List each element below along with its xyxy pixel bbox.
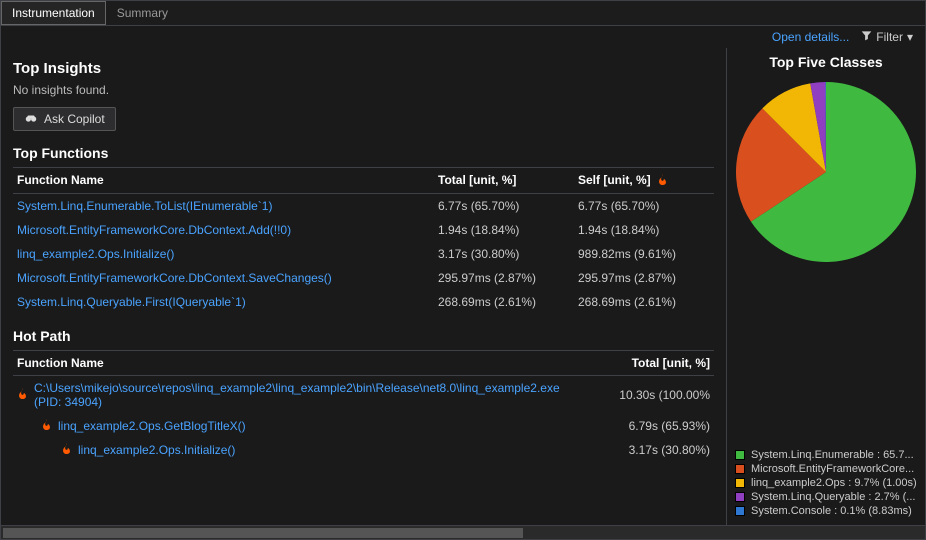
hot-path-cell: C:\Users\mikejo\source\repos\linq_exampl… [13, 375, 594, 414]
toolbar: Open details... Filter ▾ [1, 26, 925, 48]
legend-swatch [735, 450, 745, 460]
legend-item[interactable]: System.Console : 0.1% (8.83ms) [735, 505, 917, 517]
table-row[interactable]: Microsoft.EntityFrameworkCore.DbContext.… [13, 266, 714, 290]
legend-label: System.Linq.Enumerable : 65.7... [751, 449, 914, 461]
hot-path-title: Hot Path [13, 328, 714, 344]
chart-panel: Top Five Classes System.Linq.Enumerable … [727, 48, 925, 525]
hp-col-name[interactable]: Function Name [13, 350, 594, 375]
legend-label: System.Console : 0.1% (8.83ms) [751, 505, 912, 517]
table-row[interactable]: System.Linq.Queryable.First(IQueryable`1… [13, 290, 714, 314]
total-cell: 6.79s (65.93%) [594, 414, 714, 438]
open-details-link[interactable]: Open details... [772, 30, 849, 44]
ask-copilot-button[interactable]: Ask Copilot [13, 107, 116, 131]
chart-legend: System.Linq.Enumerable : 65.7... Microsof… [735, 447, 917, 519]
legend-label: linq_example2.Ops : 9.7% (1.00s) [751, 477, 917, 489]
legend-item[interactable]: Microsoft.EntityFrameworkCore... [735, 463, 917, 475]
legend-swatch [735, 492, 745, 502]
self-cell: 1.94s (18.84%) [574, 218, 714, 242]
self-cell: 6.77s (65.70%) [574, 193, 714, 218]
flame-icon [41, 419, 52, 433]
hp-col-total[interactable]: Total [unit, %] [594, 350, 714, 375]
col-self[interactable]: Self [unit, %] [574, 168, 714, 194]
hot-path-cell: linq_example2.Ops.Initialize() [13, 438, 594, 462]
total-cell: 10.30s (100.00% [594, 375, 714, 414]
insights-message: No insights found. [13, 83, 714, 97]
function-link[interactable]: System.Linq.Enumerable.ToList(IEnumerabl… [13, 193, 434, 218]
flame-icon [17, 388, 28, 402]
total-cell: 268.69ms (2.61%) [434, 290, 574, 314]
filter-icon [861, 30, 872, 44]
function-link[interactable]: Microsoft.EntityFrameworkCore.DbContext.… [13, 218, 434, 242]
copilot-icon [24, 112, 38, 126]
tab-summary[interactable]: Summary [106, 1, 179, 25]
flame-icon [657, 174, 668, 188]
legend-label: Microsoft.EntityFrameworkCore... [751, 463, 914, 475]
table-row[interactable]: System.Linq.Enumerable.ToList(IEnumerabl… [13, 193, 714, 218]
table-row[interactable]: linq_example2.Ops.Initialize()3.17s (30.… [13, 242, 714, 266]
self-cell: 295.97ms (2.87%) [574, 266, 714, 290]
chevron-down-icon: ▾ [907, 30, 913, 44]
col-function-name[interactable]: Function Name [13, 168, 434, 194]
legend-swatch [735, 464, 745, 474]
legend-label: System.Linq.Queryable : 2.7% (... [751, 491, 915, 503]
function-link[interactable]: linq_example2.Ops.Initialize() [78, 443, 235, 457]
tab-bar: Instrumentation Summary [1, 1, 925, 26]
total-cell: 3.17s (30.80%) [594, 438, 714, 462]
filter-dropdown[interactable]: Filter ▾ [861, 30, 913, 44]
top-insights-title: Top Insights [13, 60, 714, 77]
function-link[interactable]: Microsoft.EntityFrameworkCore.DbContext.… [13, 266, 434, 290]
top-functions-table: Function Name Total [unit, %] Self [unit… [13, 167, 714, 314]
self-cell: 268.69ms (2.61%) [574, 290, 714, 314]
function-link[interactable]: linq_example2.Ops.GetBlogTitleX() [58, 419, 246, 433]
chart-title: Top Five Classes [735, 54, 917, 70]
function-link[interactable]: System.Linq.Queryable.First(IQueryable`1… [13, 290, 434, 314]
ask-copilot-label: Ask Copilot [44, 112, 105, 126]
legend-item[interactable]: System.Linq.Queryable : 2.7% (... [735, 491, 917, 503]
self-cell: 989.82ms (9.61%) [574, 242, 714, 266]
legend-item[interactable]: linq_example2.Ops : 9.7% (1.00s) [735, 477, 917, 489]
legend-item[interactable]: System.Linq.Enumerable : 65.7... [735, 449, 917, 461]
scrollbar-thumb[interactable] [3, 528, 523, 538]
legend-swatch [735, 478, 745, 488]
top-functions-section: Top Functions Function Name Total [unit,… [13, 145, 714, 314]
function-link[interactable]: linq_example2.Ops.Initialize() [13, 242, 434, 266]
table-row[interactable]: Microsoft.EntityFrameworkCore.DbContext.… [13, 218, 714, 242]
legend-swatch [735, 506, 745, 516]
horizontal-scrollbar[interactable] [1, 525, 925, 539]
flame-icon [61, 443, 72, 457]
total-cell: 295.97ms (2.87%) [434, 266, 574, 290]
filter-label: Filter [876, 30, 903, 44]
pie-chart [736, 82, 916, 262]
table-row[interactable]: C:\Users\mikejo\source\repos\linq_exampl… [13, 375, 714, 414]
col-total[interactable]: Total [unit, %] [434, 168, 574, 194]
top-functions-title: Top Functions [13, 145, 714, 161]
total-cell: 1.94s (18.84%) [434, 218, 574, 242]
total-cell: 6.77s (65.70%) [434, 193, 574, 218]
hot-path-cell: linq_example2.Ops.GetBlogTitleX() [13, 414, 594, 438]
hot-path-section: Hot Path Function Name Total [unit, %] C… [13, 328, 714, 462]
tab-instrumentation[interactable]: Instrumentation [1, 1, 106, 25]
hot-path-table: Function Name Total [unit, %] C:\Users\m… [13, 350, 714, 462]
function-link[interactable]: C:\Users\mikejo\source\repos\linq_exampl… [34, 381, 590, 409]
total-cell: 3.17s (30.80%) [434, 242, 574, 266]
table-row[interactable]: linq_example2.Ops.GetBlogTitleX() 6.79s (… [13, 414, 714, 438]
table-row[interactable]: linq_example2.Ops.Initialize() 3.17s (30.… [13, 438, 714, 462]
